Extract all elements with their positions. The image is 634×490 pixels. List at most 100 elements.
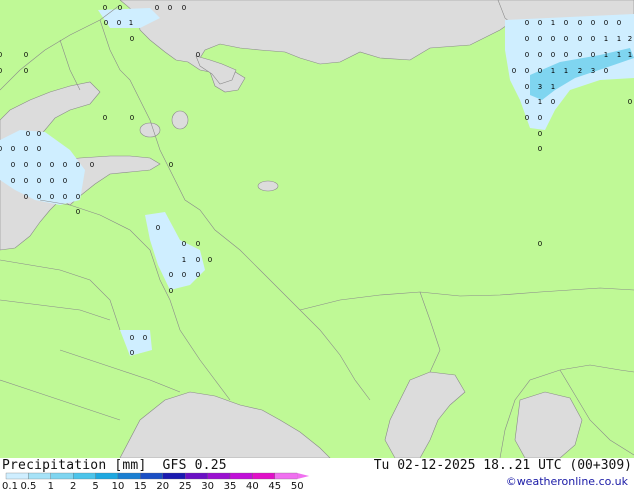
legend-label: 2	[70, 481, 76, 490]
precip-value-label: 0	[103, 114, 107, 122]
precip-value-label: 0	[37, 130, 41, 138]
precip-value-label: 1	[604, 51, 608, 59]
precip-value-label: 1	[129, 19, 133, 27]
precip-value-label: 0	[50, 177, 54, 185]
precip-value-label: 0	[118, 4, 122, 12]
precip-value-label: 0	[24, 193, 28, 201]
precip-value-label: 0	[24, 145, 28, 153]
precip-value-label: 0	[538, 67, 542, 75]
precip-value-label: 0	[50, 193, 54, 201]
legend-arrow	[297, 473, 310, 479]
precip-value-label: 0	[525, 114, 529, 122]
precip-value-label: 1	[551, 83, 555, 91]
precip-value-label: 3	[591, 67, 595, 75]
map-title: Precipitation [mm] GFS 0.25	[2, 458, 227, 473]
precip-value-label: 0	[578, 51, 582, 59]
precip-value-label: 2	[578, 67, 582, 75]
precip-value-label: 0	[538, 240, 542, 248]
precip-value-label: 0	[24, 177, 28, 185]
precip-value-label: 0	[525, 35, 529, 43]
precip-value-label: 0	[169, 271, 173, 279]
precip-value-label: 0	[104, 19, 108, 27]
legend-label: 40	[246, 481, 259, 490]
precip-value-label: 0	[143, 334, 147, 342]
precip-value-label: 1	[617, 35, 621, 43]
legend-swatch	[140, 472, 163, 480]
precip-value-label: 0	[512, 67, 516, 75]
precip-value-label: 0	[591, 51, 595, 59]
precip-value-label: 0	[63, 193, 67, 201]
precip-value-label: 0	[130, 334, 134, 342]
legend-swatch	[185, 472, 208, 480]
lake-ladoga	[139, 122, 161, 138]
precip-value-label: 0	[591, 19, 595, 27]
precip-value-label: 1	[538, 98, 542, 106]
precip-value-label: 0	[538, 51, 542, 59]
precip-value-label: 0	[37, 161, 41, 169]
precip-value-label: 0	[578, 35, 582, 43]
precip-value-label: 0	[156, 224, 160, 232]
legend-swatch	[5, 472, 29, 480]
lake-rybinsk	[257, 180, 279, 192]
precip-value-label: 0	[564, 19, 568, 27]
precip-value-label: 1	[551, 19, 555, 27]
legend-label: 30	[201, 481, 214, 490]
legend-label: 20	[156, 481, 169, 490]
color-legend: 0.1 0.5 1 2 5 10 15 20 25 30 35 40 45 50	[2, 472, 310, 490]
precip-value-label: 0	[551, 51, 555, 59]
precip-value-label: 0	[525, 98, 529, 106]
precip-value-label: 0	[130, 349, 134, 357]
precip-value-label: 1	[564, 67, 568, 75]
precip-value-label: 0	[37, 193, 41, 201]
precip-value-label: 0	[196, 51, 200, 59]
legend-label: 15	[134, 481, 147, 490]
precip-value-label: 0	[155, 4, 159, 12]
legend-label: 0.5	[20, 481, 36, 490]
precip-value-label: 0	[11, 161, 15, 169]
precip-value-label: 0	[538, 114, 542, 122]
precip-value-label: 0	[63, 177, 67, 185]
legend-label: 45	[268, 481, 281, 490]
legend-label: 5	[92, 481, 98, 490]
precip-value-label: 0	[525, 51, 529, 59]
precip-value-label: 1	[604, 35, 608, 43]
precip-value-label: 0	[604, 67, 608, 75]
precip-value-label: 0	[0, 67, 2, 75]
precip-value-label: 0	[182, 271, 186, 279]
legend-label: 50	[291, 481, 304, 490]
legend-swatch	[50, 472, 74, 480]
legend-swatch	[274, 472, 298, 480]
legend-swatch	[73, 472, 96, 480]
footer-bar: Precipitation [mm] GFS 0.25 Tu 02-12-202…	[0, 458, 634, 490]
precip-value-label: 0	[76, 208, 80, 216]
precip-value-label: 0	[0, 51, 2, 59]
lake-onega	[171, 110, 189, 130]
precip-value-label: 0	[24, 51, 28, 59]
legend-label: 10	[112, 481, 125, 490]
legend-label: 25	[179, 481, 192, 490]
legend-swatch	[252, 472, 275, 480]
precip-value-label: 0	[525, 83, 529, 91]
legend-labels: 0.1 0.5 1 2 5 10 15 20 25 30 35 40 45 50	[2, 481, 304, 490]
credit-text[interactable]: ©weatheronline.co.uk	[506, 475, 628, 488]
precip-value-label: 0	[11, 145, 15, 153]
legend-swatch	[28, 472, 51, 480]
precipitation-map: 0 0 0 0 00 0 100 000 00 00 0 00 0 0 0 0 0 0 00 0 0 0 00 0 0 0 0000…	[0, 0, 634, 458]
precip-value-label: 0	[525, 67, 529, 75]
precip-value-label: 0	[196, 271, 200, 279]
precip-value-label: 0	[538, 19, 542, 27]
precip-value-label: 0	[169, 161, 173, 169]
precip-value-label: 0	[169, 287, 173, 295]
precip-value-label: 0	[26, 130, 30, 138]
legend-swatch	[95, 472, 119, 480]
precip-value-label: 0	[591, 35, 595, 43]
precip-value-label: 0	[130, 35, 134, 43]
precip-value-label: 0	[0, 145, 2, 153]
precip-value-label: 0	[617, 19, 621, 27]
precip-value-label: 0	[538, 35, 542, 43]
precip-value-label: 0	[208, 256, 212, 264]
precip-value-label: 0	[538, 130, 542, 138]
precip-value-label: 0	[182, 4, 186, 12]
precip-value-label: 0	[117, 19, 121, 27]
precip-value-label: 0	[538, 145, 542, 153]
